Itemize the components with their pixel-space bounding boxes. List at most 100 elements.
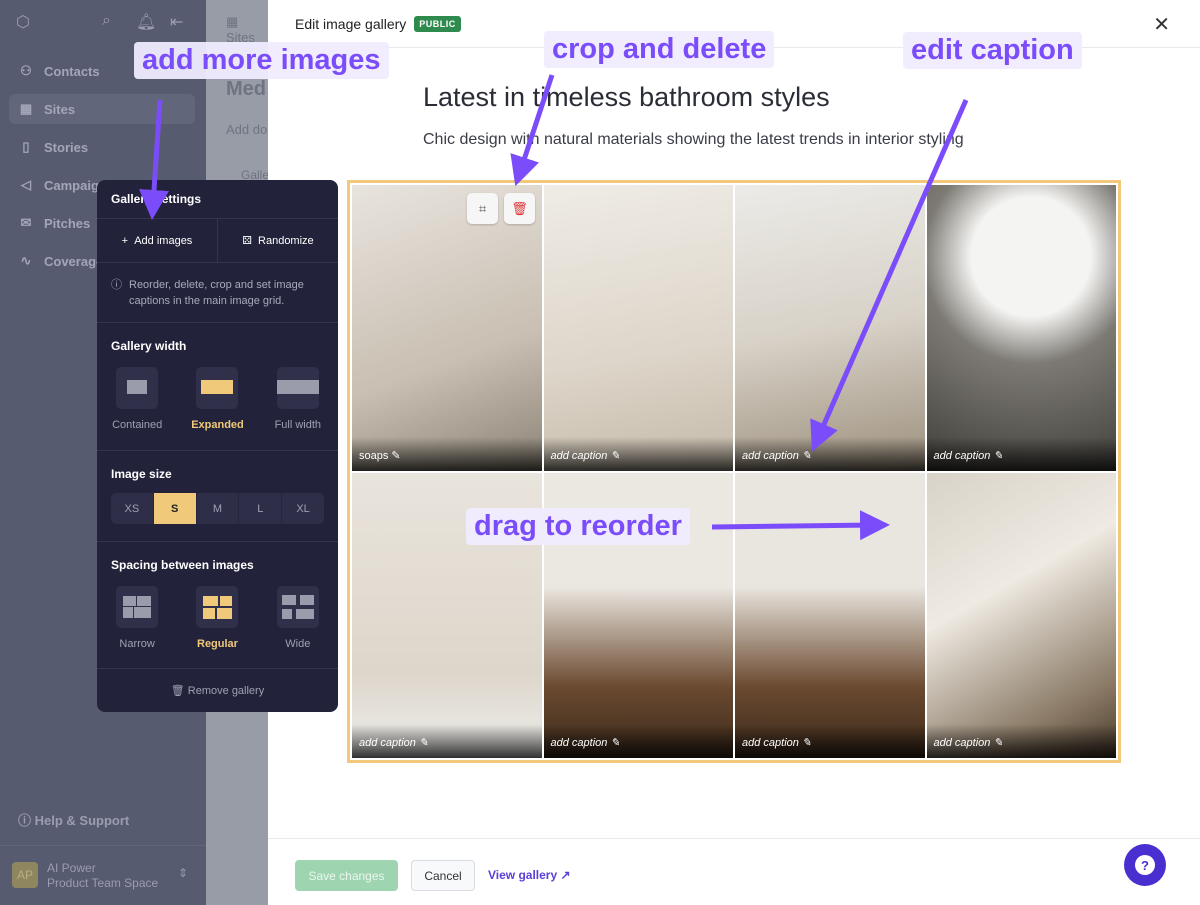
- label: Full width: [274, 419, 322, 431]
- info-icon: ⓘ: [111, 279, 122, 291]
- label: Stories: [44, 139, 89, 155]
- add-images-button[interactable]: + Add images: [97, 219, 217, 262]
- caption[interactable]: add caption ✎: [352, 724, 542, 758]
- caption-text: add caption: [359, 737, 416, 749]
- narrow-icon: [116, 586, 159, 628]
- help-support-link[interactable]: ⓘ Help & Support: [18, 810, 129, 829]
- caption-text: add caption: [933, 449, 991, 462]
- size-s[interactable]: S: [152, 493, 196, 524]
- randomize-button[interactable]: ⚄ Randomize: [217, 219, 338, 262]
- bell-icon[interactable]: 🔔︎: [136, 12, 156, 32]
- caption-text: add caption: [742, 449, 799, 462]
- label: Randomize: [258, 234, 314, 247]
- width-contained[interactable]: Contained: [102, 367, 172, 431]
- gallery-subtitle[interactable]: Chic design with natural materials showi…: [423, 131, 964, 149]
- save-button[interactable]: Save changes: [295, 860, 398, 891]
- pencil-icon[interactable]: ✎: [610, 450, 619, 462]
- label: Expanded: [191, 419, 244, 431]
- dice-icon: ⚄: [242, 235, 259, 247]
- caption-text: add caption: [550, 737, 608, 749]
- width-expanded[interactable]: Expanded: [182, 367, 252, 431]
- user-icon: ⚇: [20, 63, 32, 78]
- pencil-icon[interactable]: ✎: [391, 450, 400, 462]
- gallery-image[interactable]: add caption ✎: [926, 185, 1116, 471]
- space-switcher[interactable]: AP AI Power Product Team Space ⇕: [0, 845, 206, 905]
- gallery-image[interactable]: ⌗ 🗑︎ soaps ✎: [352, 185, 542, 471]
- image-size-selector: XS S M L XL: [111, 493, 324, 524]
- annotation-drag: drag to reorder: [466, 508, 690, 545]
- help-button[interactable]: ?: [1124, 844, 1166, 886]
- logo-icon: ⬡: [16, 14, 30, 31]
- size-m[interactable]: M: [195, 493, 239, 524]
- label: Contained: [112, 419, 163, 431]
- size-xl[interactable]: XL: [281, 493, 324, 524]
- panel-title: Gallery settings: [97, 180, 338, 219]
- section-heading: Spacing between images: [111, 558, 254, 572]
- megaphone-icon: ◁: [21, 177, 31, 192]
- modal-footer: Save changes Cancel View gallery ↗ ?: [268, 838, 1200, 905]
- annotation-add-more: add more images: [134, 42, 389, 79]
- edit-gallery-modal: Edit image gallery PUBLIC ✕ Latest in ti…: [268, 0, 1200, 905]
- label: Coverage: [44, 253, 104, 269]
- trash-icon: 🗑︎: [170, 685, 185, 697]
- pencil-icon[interactable]: ✎: [610, 737, 619, 749]
- gallery-image[interactable]: add caption ✎: [543, 185, 733, 471]
- label: Pitches: [44, 215, 91, 231]
- caption[interactable]: add caption ✎: [735, 436, 925, 471]
- crop-icon[interactable]: ⌗: [467, 193, 498, 224]
- width-full[interactable]: Full width: [263, 367, 333, 431]
- help-icon: ⓘ: [18, 813, 32, 828]
- size-xs[interactable]: XS: [111, 493, 153, 524]
- close-icon[interactable]: ✕: [1153, 12, 1170, 37]
- pencil-icon[interactable]: ✎: [993, 450, 1002, 462]
- sidebar-item-sites[interactable]: ▦ Sites: [9, 94, 195, 124]
- pulse-icon: ∿: [20, 253, 32, 268]
- caption-text: add caption: [550, 449, 608, 462]
- gallery-image[interactable]: add caption ✎: [735, 472, 925, 758]
- spacing-wide[interactable]: Wide: [263, 586, 333, 650]
- caption[interactable]: add caption ✎: [926, 724, 1116, 758]
- view-gallery-link[interactable]: View gallery ↗: [488, 868, 571, 882]
- trash-icon[interactable]: 🗑︎: [504, 193, 535, 224]
- caption[interactable]: add caption ✎: [543, 436, 733, 471]
- gallery-image[interactable]: add caption ✎: [926, 472, 1116, 758]
- modal-title: Edit image gallery: [295, 15, 407, 32]
- pencil-icon[interactable]: ✎: [802, 737, 811, 749]
- spacing-narrow[interactable]: Narrow: [102, 586, 172, 650]
- chevron-updown-icon: ⇕: [178, 866, 189, 880]
- annotation-edit-caption: edit caption: [903, 32, 1082, 69]
- label: Help & Support: [34, 813, 130, 828]
- external-link-icon: ↗: [560, 868, 571, 882]
- gallery-image[interactable]: add caption ✎: [735, 185, 925, 471]
- label: Remove gallery: [187, 685, 265, 697]
- caption[interactable]: add caption ✎: [735, 724, 925, 758]
- pencil-icon[interactable]: ✎: [993, 737, 1002, 749]
- remove-gallery-button[interactable]: 🗑︎ Remove gallery: [97, 669, 338, 697]
- size-l[interactable]: L: [238, 493, 281, 524]
- caption[interactable]: soaps ✎: [352, 436, 542, 471]
- pencil-icon[interactable]: ✎: [419, 737, 428, 749]
- caption-text: add caption: [933, 737, 991, 749]
- sidebar-item-stories[interactable]: ▯ Stories: [9, 132, 195, 162]
- label: Contacts: [44, 63, 100, 79]
- mail-icon: ✉: [20, 215, 32, 230]
- search-icon[interactable]: ⌕: [102, 12, 111, 30]
- label: Add images: [134, 234, 193, 247]
- gallery-title[interactable]: Latest in timeless bathroom styles: [423, 82, 830, 113]
- label: Regular: [197, 638, 238, 650]
- status-badge: PUBLIC: [414, 15, 461, 32]
- image-grid: ⌗ 🗑︎ soaps ✎ add caption ✎ add caption ✎ …: [347, 180, 1121, 763]
- label: View gallery: [488, 868, 558, 882]
- collapse-icon[interactable]: ⇤: [170, 12, 183, 32]
- info-note: ⓘ Reorder, delete, crop and set image cap…: [97, 263, 338, 323]
- label: Wide: [285, 638, 311, 650]
- annotation-crop-delete: crop and delete: [544, 31, 775, 68]
- space-name: AI Power: [47, 861, 96, 875]
- cancel-button[interactable]: Cancel: [411, 860, 475, 891]
- pencil-icon[interactable]: ✎: [802, 450, 811, 462]
- caption[interactable]: add caption ✎: [926, 436, 1116, 471]
- contained-icon: [116, 367, 159, 409]
- gallery-settings-panel: Gallery settings + Add images ⚄ Randomiz…: [97, 180, 338, 712]
- spacing-regular[interactable]: Regular: [182, 586, 252, 650]
- caption[interactable]: add caption ✎: [543, 724, 733, 758]
